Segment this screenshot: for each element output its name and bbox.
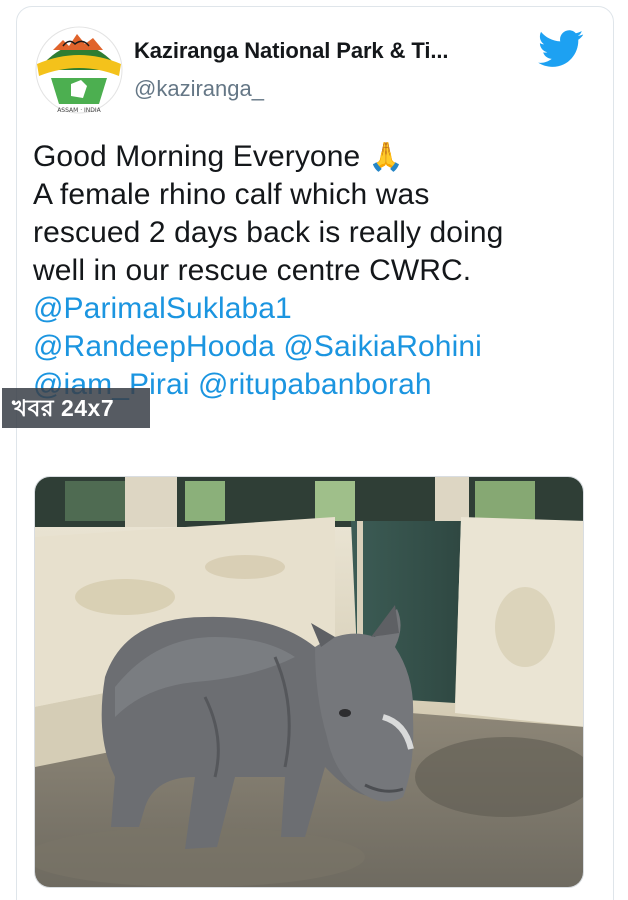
twitter-bird-icon[interactable] <box>538 30 584 68</box>
tweet-greeting: Good Morning Everyone <box>33 140 361 173</box>
svg-text:ASSAM · INDIA: ASSAM · INDIA <box>57 107 101 114</box>
tweet-photo-rhino-calf[interactable] <box>34 476 584 888</box>
news-watermark: খবর 24x7 <box>2 388 150 428</box>
account-handle[interactable]: @kaziranga_ <box>134 76 264 102</box>
tweet-line-3: rescued 2 days back is really doing <box>33 216 504 249</box>
kaziranga-logo-avatar[interactable]: ASSAM · INDIA <box>33 24 125 116</box>
account-display-name[interactable]: Kaziranga National Park & Ti... <box>134 38 448 64</box>
tweet-line-2: A female rhino calf which was <box>33 178 430 211</box>
tweet-line-4: well in our rescue centre CWRC. <box>33 254 472 287</box>
mention-link[interactable]: @ParimalSuklaba1 <box>33 292 292 325</box>
folded-hands-emoji: 🙏 <box>368 140 404 173</box>
mention-link[interactable]: @RandeepHooda <box>33 330 275 363</box>
tweet-body: Good Morning Everyone 🙏 A female rhino c… <box>33 138 593 404</box>
rhino-photo-illustration <box>35 477 583 887</box>
mention-link[interactable]: @ritupabanborah <box>198 368 432 401</box>
tweet-line-1: Good Morning Everyone 🙏 <box>33 138 593 176</box>
mention-link[interactable]: @SaikiaRohini <box>283 330 482 363</box>
